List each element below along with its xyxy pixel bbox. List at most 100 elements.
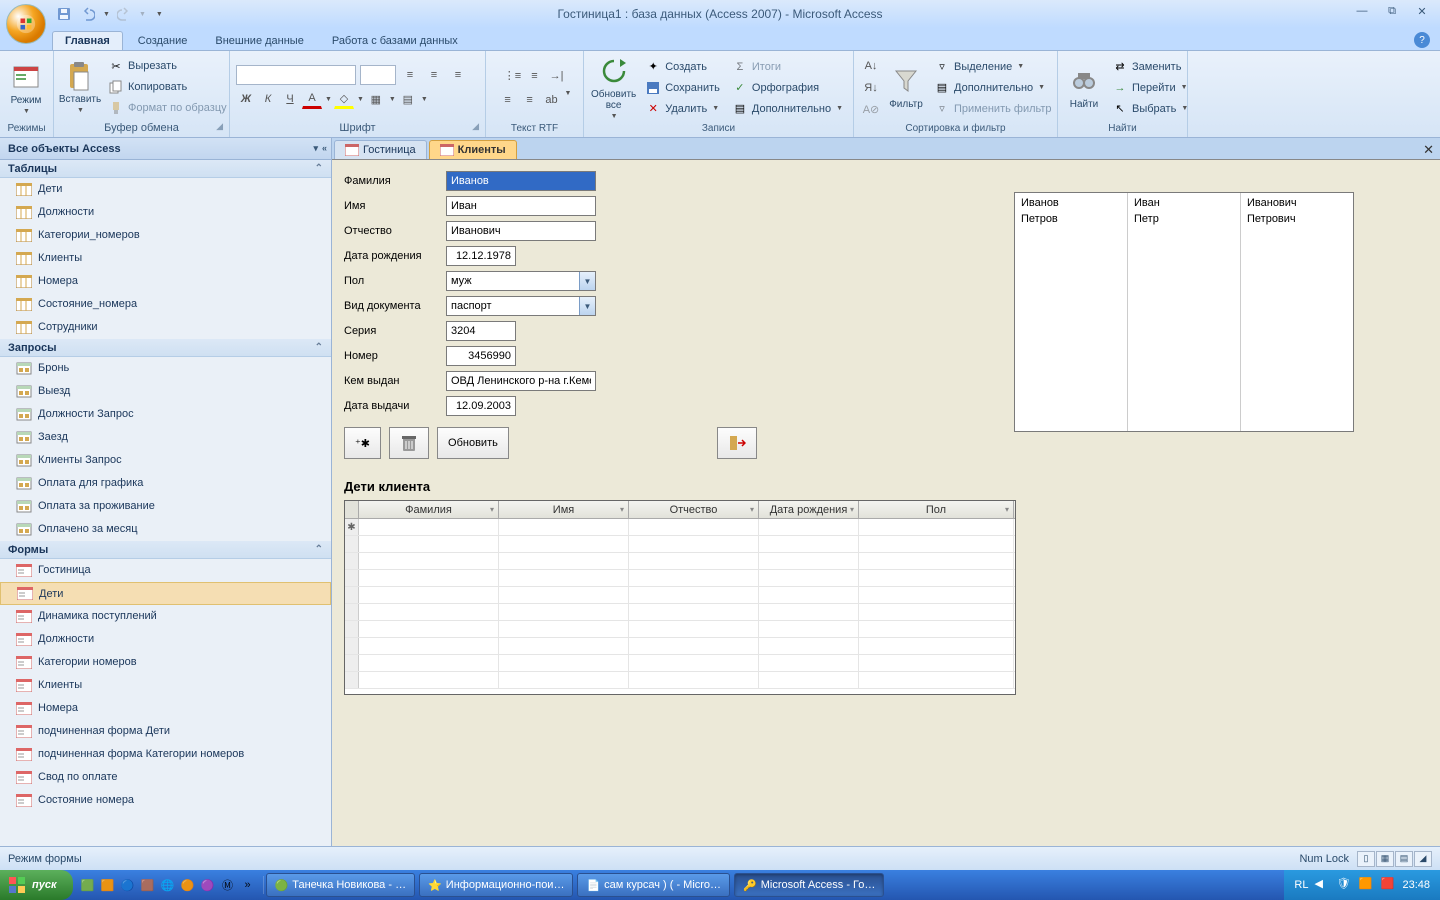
selection-filter-button[interactable]: ▿Выделение▼ (930, 57, 1056, 77)
col-name[interactable]: Имя (499, 501, 629, 518)
nav-item[interactable]: Клиенты (0, 247, 331, 270)
combo-doctype[interactable] (446, 296, 596, 316)
ql-icon[interactable]: 🔵 (119, 876, 137, 894)
font-color-icon[interactable]: A (302, 89, 322, 109)
close-button[interactable]: ✕ (1410, 2, 1434, 20)
spelling-button[interactable]: ✓Орфография (728, 78, 847, 98)
nav-category-tables[interactable]: Таблицы (0, 160, 331, 178)
refresh-form-button[interactable]: Обновить (437, 427, 509, 459)
cut-button[interactable]: ✂Вырезать (104, 56, 231, 76)
find-button[interactable]: Найти (1064, 63, 1104, 112)
ql-icon[interactable]: 🟠 (179, 876, 197, 894)
ql-icon[interactable]: 🟧 (99, 876, 117, 894)
ql-icon[interactable]: Ⓜ (219, 876, 237, 894)
font-family-combo[interactable] (236, 65, 356, 85)
sort-asc-icon[interactable]: A↓ (860, 56, 882, 76)
chevron-down-icon[interactable]: ▼ (579, 272, 595, 290)
increase-indent-icon[interactable]: ≡ (520, 90, 540, 110)
qat-redo-icon[interactable] (114, 4, 134, 24)
restore-button[interactable]: ⧉ (1380, 2, 1404, 20)
nav-item[interactable]: Свод по оплате (0, 766, 331, 789)
input-series[interactable] (446, 321, 516, 341)
nav-item[interactable]: Должности (0, 628, 331, 651)
close-form-button[interactable] (717, 427, 757, 459)
save-record-button[interactable]: Сохранить (641, 78, 724, 98)
nav-item[interactable]: подчиненная форма Дети (0, 720, 331, 743)
nav-collapse-icon[interactable]: « (322, 143, 327, 154)
ql-icon[interactable]: 🌐 (159, 876, 177, 894)
filter-button[interactable]: Фильтр (886, 63, 926, 112)
taskbar-task[interactable]: 🟢Танечка Новикова - … (266, 873, 416, 897)
col-surname[interactable]: Фамилия (359, 501, 499, 518)
qat-undo-icon[interactable] (78, 4, 98, 24)
add-record-button[interactable]: ⁺✱ (344, 427, 381, 459)
advanced-filter-button[interactable]: ▤Дополнительно▼ (930, 78, 1056, 98)
nav-category-queries[interactable]: Запросы (0, 339, 331, 357)
nav-item[interactable]: Клиенты (0, 674, 331, 697)
input-patronymic[interactable] (446, 221, 596, 241)
doc-tab-clients[interactable]: Клиенты (429, 140, 517, 159)
col-sex[interactable]: Пол (859, 501, 1014, 518)
ql-chevron-icon[interactable]: » (239, 876, 257, 894)
copy-button[interactable]: Копировать (104, 77, 231, 97)
taskbar-task[interactable]: ⭐Информационно-пои… (419, 873, 573, 897)
sort-desc-icon[interactable]: Я↓ (860, 78, 882, 98)
nav-dropdown-icon[interactable]: ▾ (313, 143, 318, 154)
start-button[interactable]: пуск (0, 870, 73, 900)
table-row[interactable] (345, 672, 1015, 689)
input-dob[interactable] (446, 246, 516, 266)
nav-item[interactable]: Гостиница (0, 559, 331, 582)
italic-button[interactable]: К (258, 89, 278, 109)
layout-view-icon[interactable]: ▤ (1395, 851, 1413, 867)
bold-button[interactable]: Ж (236, 89, 256, 109)
help-icon[interactable]: ? (1414, 32, 1430, 48)
chevron-down-icon[interactable]: ▼ (579, 297, 595, 315)
col-dob[interactable]: Дата рождения (759, 501, 859, 518)
nav-category-forms[interactable]: Формы (0, 541, 331, 559)
table-row[interactable] (345, 570, 1015, 587)
doc-tab-hotel[interactable]: Гостиница (334, 140, 427, 159)
qat-customize-icon[interactable]: ▼ (156, 11, 163, 18)
clients-listbox[interactable]: ИвановПетров ИванПетр ИвановичПетрович (1014, 192, 1354, 432)
align-left-icon[interactable]: ≡ (400, 65, 420, 85)
underline-button[interactable]: Ч (280, 89, 300, 109)
nav-item[interactable]: Оплата за проживание (0, 495, 331, 518)
taskbar-task[interactable]: 🔑Microsoft Access - Го… (734, 873, 884, 897)
table-row[interactable] (345, 587, 1015, 604)
datasheet-view-icon[interactable]: ▦ (1376, 851, 1394, 867)
more-records-button[interactable]: ▤Дополнительно▼ (728, 99, 847, 119)
col-patronymic[interactable]: Отчество (629, 501, 759, 518)
nav-pane-header[interactable]: Все объекты Access ▾« (0, 138, 331, 160)
ql-icon[interactable]: 🟫 (139, 876, 157, 894)
tray-icon[interactable]: 🛡 (1336, 877, 1352, 893)
nav-item[interactable]: Состояние_номера (0, 293, 331, 316)
input-issued[interactable] (446, 371, 596, 391)
totals-button[interactable]: ΣИтоги (728, 57, 847, 77)
tab-external-data[interactable]: Внешние данные (202, 31, 316, 50)
nav-item[interactable]: Номера (0, 270, 331, 293)
nav-item[interactable]: Должности Запрос (0, 403, 331, 426)
input-surname[interactable] (446, 171, 596, 191)
toggle-filter-button[interactable]: ▿Применить фильтр (930, 99, 1056, 119)
list-cell[interactable]: Петрович (1247, 213, 1347, 229)
paste-button[interactable]: Вставить ▼ (60, 58, 100, 116)
list-cell[interactable]: Петров (1021, 213, 1121, 229)
nav-item[interactable]: Клиенты Запрос (0, 449, 331, 472)
clear-sort-icon[interactable]: A⊘ (860, 100, 882, 120)
refresh-all-button[interactable]: Обновить все ▼ (590, 53, 637, 122)
nav-item[interactable]: Должности (0, 201, 331, 224)
nav-item[interactable]: Оплата для графика (0, 472, 331, 495)
goto-button[interactable]: →Перейти▼ (1108, 78, 1192, 98)
align-center-icon[interactable]: ≡ (424, 65, 444, 85)
table-row[interactable]: ✱ (345, 519, 1015, 536)
input-issdate[interactable] (446, 396, 516, 416)
clock[interactable]: 23:48 (1402, 879, 1430, 891)
tab-database-tools[interactable]: Работа с базами данных (319, 31, 471, 50)
nav-item[interactable]: Сотрудники (0, 316, 331, 339)
list-cell[interactable]: Петр (1134, 213, 1234, 229)
list-cell[interactable]: Иванов (1021, 197, 1121, 213)
table-row[interactable] (345, 638, 1015, 655)
nav-item[interactable]: Выезд (0, 380, 331, 403)
minimize-button[interactable]: — (1350, 2, 1374, 20)
align-right-icon[interactable]: ≡ (448, 65, 468, 85)
